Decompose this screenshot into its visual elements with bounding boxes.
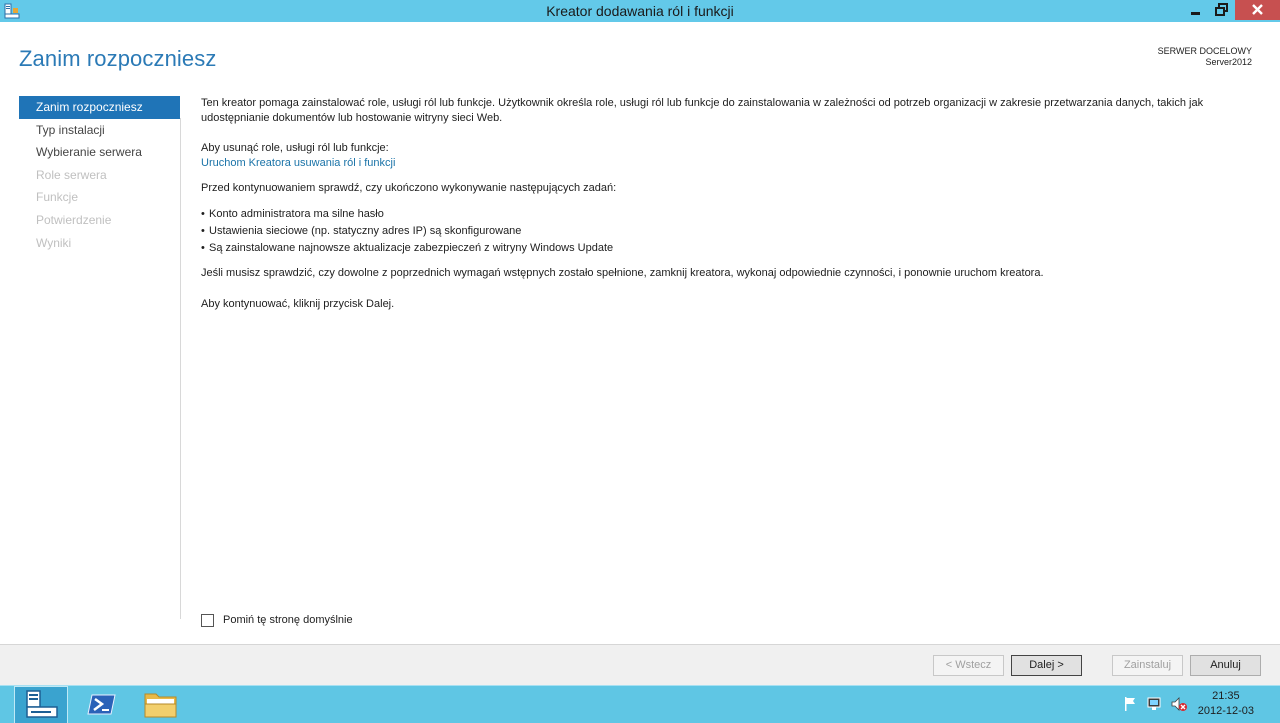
remove-roles-link[interactable]: Uruchom Kreatora usuwania ról i funkcji xyxy=(201,156,1251,171)
wizard-steps-nav: Zanim rozpoczniesz Typ instalacji Wybier… xyxy=(19,96,180,254)
nav-item-features: Funkcje xyxy=(36,190,79,205)
volume-muted-icon[interactable] xyxy=(1170,696,1188,712)
remove-section: Aby usunąć role, usługi ról lub funkcje:… xyxy=(201,141,1251,171)
network-icon[interactable] xyxy=(1146,696,1162,712)
clock-time: 21:35 xyxy=(1212,690,1240,702)
restore-button[interactable] xyxy=(1209,0,1235,20)
intro-text: Ten kreator pomaga zainstalować role, us… xyxy=(201,97,1204,124)
bullet-icon: • xyxy=(201,225,205,237)
clock-date: 2012-12-03 xyxy=(1197,705,1254,717)
target-server-label: SERWER DOCELOWY xyxy=(1157,46,1252,56)
bullet-icon: • xyxy=(201,208,205,220)
system-clock[interactable]: 21:35 2012-12-03 xyxy=(1198,689,1254,719)
action-center-flag-icon[interactable] xyxy=(1122,696,1138,712)
target-server-value: Server2012 xyxy=(1205,57,1252,67)
wizard-footer: < Wstecz Dalej > Zainstaluj Anuluj xyxy=(0,644,1280,685)
minimize-icon xyxy=(1191,12,1200,15)
continue-note: Aby kontynuować, kliknij przycisk Dalej. xyxy=(201,298,395,310)
nav-item-results: Wyniki xyxy=(36,235,72,250)
powershell-icon xyxy=(87,694,116,715)
skip-page-checkbox[interactable] xyxy=(201,613,214,627)
wizard-window: Zanim rozpoczniesz SERWER DOCELOWY Serve… xyxy=(0,22,1280,685)
next-button[interactable]: Dalej > xyxy=(1011,655,1082,676)
taskbar: 21:35 2012-12-03 xyxy=(0,685,1280,723)
skip-page-label: Pomiń tę stronę domyślnie xyxy=(223,614,353,626)
taskbar-powershell[interactable] xyxy=(75,686,129,723)
remove-label: Aby usunąć role, usługi ról lub funkcje: xyxy=(201,142,389,154)
install-button[interactable]: Zainstaluj xyxy=(1112,655,1183,676)
cancel-button[interactable]: Anuluj xyxy=(1190,655,1261,676)
folder-icon xyxy=(144,693,177,718)
notification-area xyxy=(1120,696,1190,714)
target-server: SERWER DOCELOWY Server2012 xyxy=(1158,46,1252,68)
content-pane: Ten kreator pomaga zainstalować role, us… xyxy=(201,96,1251,322)
window-title: Kreator dodawania ról i funkcji xyxy=(546,3,734,19)
nav-item-server-roles: Role serwera xyxy=(36,167,107,182)
verify-note: Jeśli musisz sprawdzić, czy dowolne z po… xyxy=(201,267,1044,279)
taskbar-server-manager[interactable] xyxy=(14,686,68,723)
server-manager-icon xyxy=(26,690,58,718)
page-title: Zanim rozpoczniesz xyxy=(19,46,217,71)
nav-item-installation-type[interactable]: Typ instalacji xyxy=(19,119,180,142)
bullet-icon: • xyxy=(201,242,205,254)
restore-icon xyxy=(1215,3,1228,16)
list-item: • Ustawienia sieciowe (np. statyczny adre… xyxy=(201,223,1251,240)
nav-item-before-you-begin[interactable]: Zanim rozpoczniesz xyxy=(19,96,180,119)
list-item: • Konto administratora ma silne hasło xyxy=(201,206,1251,223)
taskbar-file-explorer[interactable] xyxy=(134,686,188,723)
prereq-intro: Przed kontynuowaniem sprawdź, czy ukończ… xyxy=(201,182,617,194)
list-item: • Są zainstalowane najnowsze aktualizacje… xyxy=(201,240,1251,257)
minimize-button[interactable] xyxy=(1183,0,1209,20)
close-icon xyxy=(1252,4,1263,15)
nav-item-confirmation: Potwierdzenie xyxy=(36,212,112,227)
prereq-list: • Konto administratora ma silne hasło • Us… xyxy=(201,206,1251,257)
back-button[interactable]: < Wstecz xyxy=(933,655,1004,676)
skip-page-option[interactable]: Pomiń tę stronę domyślnie xyxy=(201,612,353,628)
close-button[interactable] xyxy=(1235,0,1280,20)
nav-divider xyxy=(180,118,181,619)
title-bar[interactable]: Kreator dodawania ról i funkcji xyxy=(0,0,1280,22)
nav-item-server-selection[interactable]: Wybieranie serwera xyxy=(19,141,180,164)
